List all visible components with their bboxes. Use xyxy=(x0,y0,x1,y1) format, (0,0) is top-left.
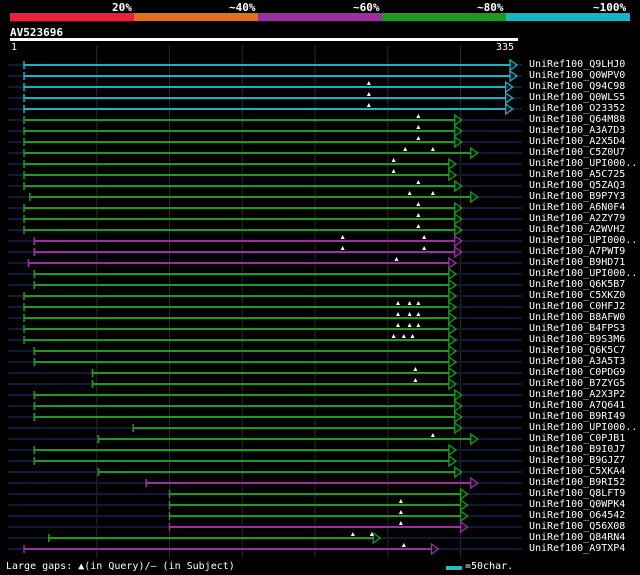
scale-bar xyxy=(446,566,462,570)
hit-label[interactable]: UniRef100_Q64M88 xyxy=(529,114,625,125)
hit-label[interactable]: UniRef100_Q0WPV0 xyxy=(529,70,625,81)
hit-label[interactable]: UniRef100_A6N0F4 xyxy=(529,202,625,213)
hit-label[interactable]: UniRef100_B7ZYG5 xyxy=(529,378,625,389)
query-gap-marker-icon xyxy=(366,103,371,107)
hit-label[interactable]: UniRef100_UPI000.. xyxy=(529,158,637,169)
query-gap-marker-icon xyxy=(391,158,396,162)
hit-label[interactable]: UniRef100_Q8LFT9 xyxy=(529,488,625,499)
hit-label[interactable]: UniRef100_Q56X08 xyxy=(529,521,625,532)
query-gap-marker-icon xyxy=(395,301,400,305)
query-gap-marker-icon xyxy=(407,312,412,316)
query-gap-marker-icon xyxy=(395,312,400,316)
query-gap-marker-icon xyxy=(398,521,403,525)
query-gap-marker-icon xyxy=(407,191,412,195)
query-gap-marker-icon xyxy=(401,334,406,338)
hit-label[interactable]: UniRef100_B9I0J7 xyxy=(529,444,625,455)
hit-label[interactable]: UniRef100_C5XKA4 xyxy=(529,466,625,477)
query-gap-marker-icon xyxy=(422,246,427,250)
hit-label[interactable]: UniRef100_A5C725 xyxy=(529,169,625,180)
query-gap-marker-icon xyxy=(416,180,421,184)
query-gap-marker-icon xyxy=(430,433,435,437)
query-gap-marker-icon xyxy=(394,257,399,261)
hit-label[interactable]: UniRef100_A2ZY79 xyxy=(529,213,625,224)
hit-label[interactable]: UniRef100_A9TXP4 xyxy=(529,543,625,554)
hit-label[interactable]: UniRef100_A2X5D4 xyxy=(529,136,625,147)
hit-label[interactable]: UniRef100_UPI000.. xyxy=(529,235,637,246)
query-gap-marker-icon xyxy=(407,301,412,305)
hit-label[interactable]: UniRef100_C5XKZ0 xyxy=(529,290,625,301)
query-gap-marker-icon xyxy=(416,136,421,140)
query-gap-marker-icon xyxy=(416,213,421,217)
query-gap-marker-icon xyxy=(416,114,421,118)
query-gap-marker-icon xyxy=(416,301,421,305)
query-gap-marker-icon xyxy=(416,202,421,206)
hit-label[interactable]: UniRef100_A3A7D3 xyxy=(529,125,625,136)
query-gap-marker-icon xyxy=(340,246,345,250)
hit-label[interactable]: UniRef100_C5Z0U7 xyxy=(529,147,625,158)
hit-label[interactable]: UniRef100_B9GJZ7 xyxy=(529,455,625,466)
query-gap-marker-icon xyxy=(366,92,371,96)
query-gap-marker-icon xyxy=(366,81,371,85)
query-gap-marker-icon xyxy=(416,323,421,327)
query-gap-marker-icon xyxy=(416,312,421,316)
hit-label[interactable]: UniRef100_Q9LHJ0 xyxy=(529,59,625,70)
hit-label[interactable]: UniRef100_A3A5T3 xyxy=(529,356,625,367)
hit-label[interactable]: UniRef100_B9RI52 xyxy=(529,477,625,488)
gaps-legend: Large gaps: ▲(in Query)/– (in Subject) xyxy=(6,561,235,572)
query-gap-marker-icon xyxy=(391,169,396,173)
query-gap-marker-icon xyxy=(350,532,355,536)
hit-label[interactable]: UniRef100_B9HD71 xyxy=(529,257,625,268)
hit-label[interactable]: UniRef100_Q84RN4 xyxy=(529,532,625,543)
hit-label[interactable]: UniRef100_B9RI49 xyxy=(529,411,625,422)
hit-label[interactable]: UniRef100_UPI000.. xyxy=(529,422,637,433)
query-gap-marker-icon xyxy=(403,147,408,151)
hit-label[interactable]: UniRef100_C0PJB1 xyxy=(529,433,625,444)
hit-label[interactable]: UniRef100_A7PWT9 xyxy=(529,246,625,257)
hit-label[interactable]: UniRef100_C0HFJ2 xyxy=(529,301,625,312)
query-gap-marker-icon xyxy=(401,543,406,547)
hit-label[interactable]: UniRef100_Q5ZAQ3 xyxy=(529,180,625,191)
hit-label[interactable]: UniRef100_Q94C98 xyxy=(529,81,625,92)
hit-label[interactable]: UniRef100_Q6K5B7 xyxy=(529,279,625,290)
query-gap-marker-icon xyxy=(395,323,400,327)
query-gap-marker-icon xyxy=(398,499,403,503)
hit-label[interactable]: UniRef100_B9S3M6 xyxy=(529,334,625,345)
hit-label[interactable]: UniRef100_B8AFW0 xyxy=(529,312,625,323)
hit-label[interactable]: UniRef100_UPI000.. xyxy=(529,268,637,279)
hit-label[interactable]: UniRef100_A2X3P2 xyxy=(529,389,625,400)
scale-label: =50char. xyxy=(465,561,514,572)
query-gap-marker-icon xyxy=(407,323,412,327)
query-gap-marker-icon xyxy=(398,510,403,514)
query-gap-marker-icon xyxy=(430,191,435,195)
hit-label[interactable]: UniRef100_B4FPS3 xyxy=(529,323,625,334)
hit-label[interactable]: UniRef100_Q0WLS5 xyxy=(529,92,625,103)
query-gap-marker-icon xyxy=(410,334,415,338)
query-gap-marker-icon xyxy=(340,235,345,239)
query-gap-marker-icon xyxy=(422,235,427,239)
hit-label[interactable]: UniRef100_B9P7Y3 xyxy=(529,191,625,202)
hit-label[interactable]: UniRef100_Q0WPK4 xyxy=(529,499,625,510)
hit-label[interactable]: UniRef100_C0PDG9 xyxy=(529,367,625,378)
hit-label[interactable]: UniRef100_A7Q641 xyxy=(529,400,625,411)
query-gap-marker-icon xyxy=(416,224,421,228)
query-gap-marker-icon xyxy=(413,378,418,382)
query-gap-marker-icon xyxy=(413,367,418,371)
hit-label[interactable]: UniRef100_Q6K5C7 xyxy=(529,345,625,356)
query-gap-marker-icon xyxy=(416,125,421,129)
hit-label[interactable]: UniRef100_A2WVH2 xyxy=(529,224,625,235)
hit-label[interactable]: UniRef100_O23352 xyxy=(529,103,625,114)
query-gap-marker-icon xyxy=(391,334,396,338)
query-gap-marker-icon xyxy=(430,147,435,151)
hit-label[interactable]: UniRef100_O64542 xyxy=(529,510,625,521)
